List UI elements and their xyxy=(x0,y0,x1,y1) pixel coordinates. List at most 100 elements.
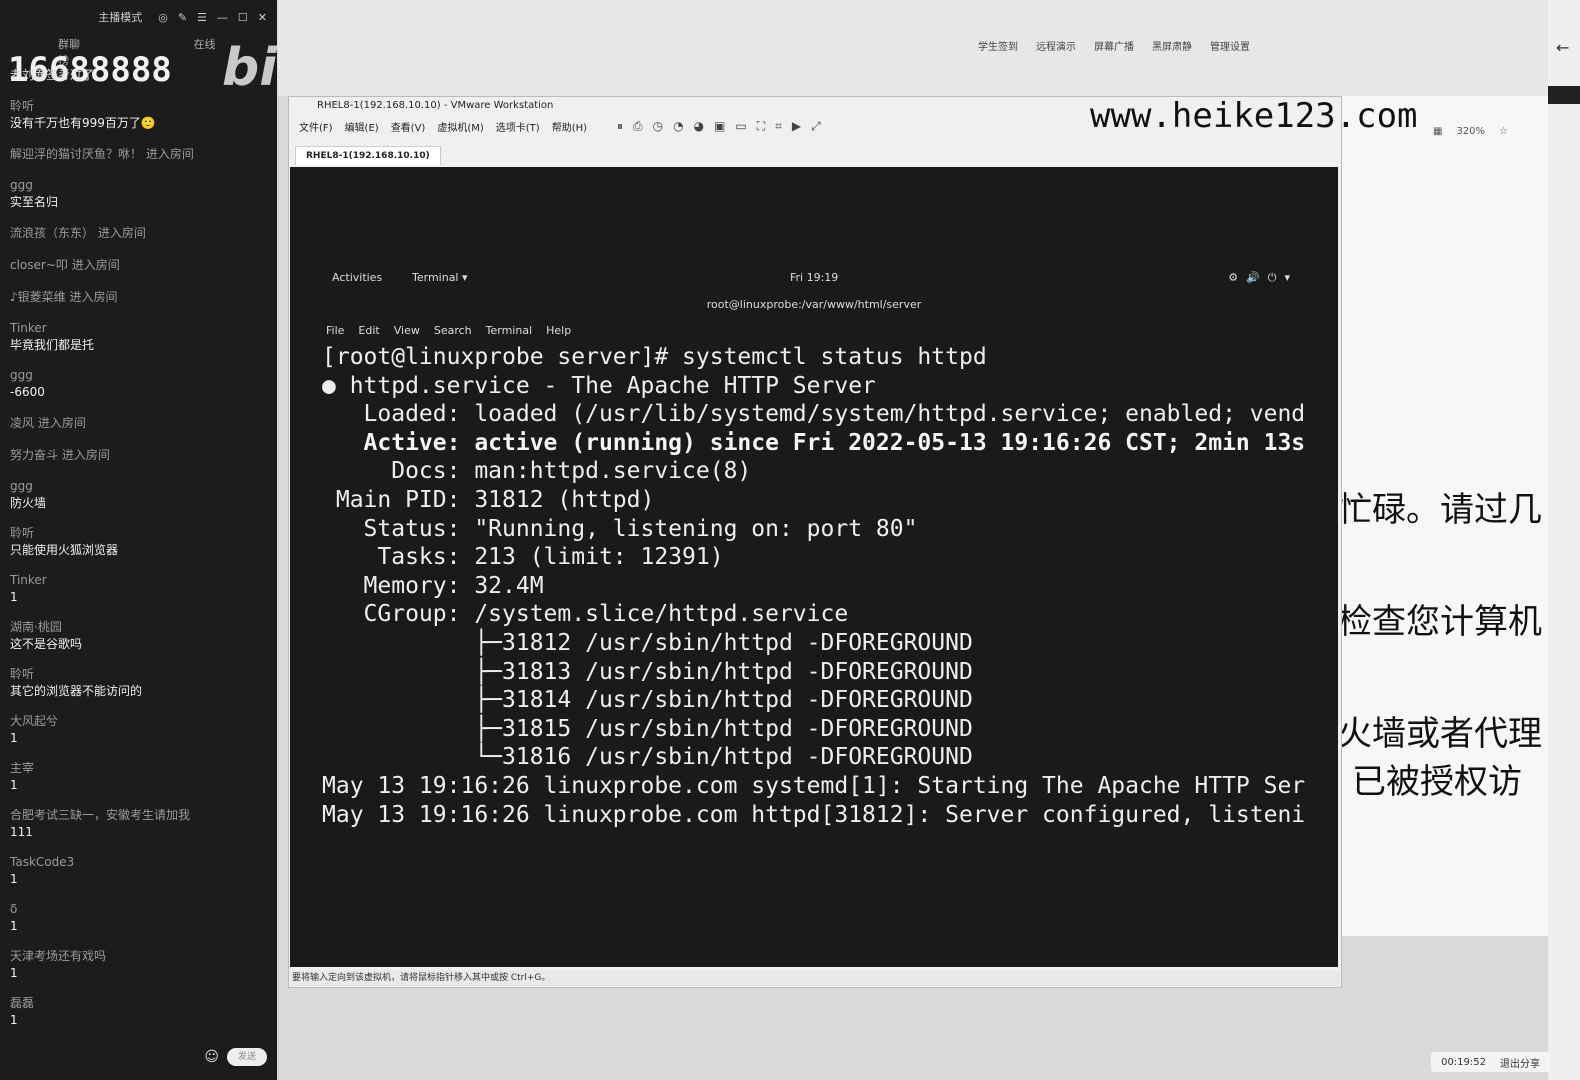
chat-text: 111 xyxy=(10,825,33,839)
chat-username[interactable]: TaskCode3 xyxy=(10,854,267,871)
edit-icon[interactable]: ✎ xyxy=(178,11,187,24)
settings-icon[interactable]: ◎ xyxy=(158,11,168,24)
terminal-menu-item[interactable]: Terminal xyxy=(486,324,533,337)
activities-button[interactable]: Activities xyxy=(332,271,382,284)
chat-username[interactable]: 聆听 xyxy=(10,666,267,683)
emoji-icon[interactable]: ☺ xyxy=(204,1049,219,1065)
classroom-tool-button[interactable]: 管理设置 xyxy=(1210,38,1250,53)
vm-screen[interactable]: Activities Terminal ▾ Fri 19:19 ⚙🔊⏻▾ roo… xyxy=(290,167,1338,967)
terminal-line: Tasks: 213 (limit: 12391) xyxy=(322,544,724,571)
vmware-menu-item[interactable]: 选项卡(T) xyxy=(496,119,540,134)
chat-text: 其它的浏览器不能访问的 xyxy=(10,684,143,698)
chat-message: 合肥考试三缺一，安徽考生请加我 111 xyxy=(10,807,267,841)
site-watermark: www.heike123.com xyxy=(1090,96,1418,136)
right-edge: ← xyxy=(1548,0,1580,1080)
chat-message: 聆听 只能使用火狐浏览器 xyxy=(10,525,267,559)
terminal-line: ├─31812 /usr/sbin/httpd -DFOREGROUND xyxy=(322,629,973,656)
system-tray-icons[interactable]: ⚙🔊⏻▾ xyxy=(1228,271,1298,285)
chat-username[interactable]: Tinker xyxy=(10,320,267,337)
terminal-line: Status: "Running, listening on: port 80" xyxy=(322,515,918,542)
back-arrow-icon[interactable]: ← xyxy=(1556,38,1569,57)
vmware-menu-item[interactable]: 虚拟机(M) xyxy=(437,119,483,134)
chat-username[interactable]: 大风起兮 xyxy=(10,713,267,730)
browser-error-line-3: 火墙或者代理 xyxy=(1338,714,1542,754)
terminal-line: May 13 19:16:26 linuxprobe.com httpd[318… xyxy=(322,801,1306,828)
chat-topbar: 主播模式 ◎ ✎ ☰ — ☐ ✕ xyxy=(0,0,277,34)
vmware-toolbar-icons[interactable]: ⏸⎙◷◔◕▣▭⛶⌗▶⤢ xyxy=(617,119,831,134)
classroom-tool-button[interactable]: 黑屏肃静 xyxy=(1152,38,1192,53)
chat-username[interactable]: ggg xyxy=(10,367,267,384)
exit-share-button[interactable]: 退出分享 xyxy=(1500,1055,1540,1070)
terminal-line: [root@linuxprobe server]# systemctl stat… xyxy=(322,344,987,370)
share-timer: 00:19:52 xyxy=(1441,1056,1486,1068)
terminal-line: ├─31813 /usr/sbin/httpd -DFOREGROUND xyxy=(322,658,973,685)
send-button[interactable]: 发送 xyxy=(227,1048,267,1066)
system-message: closer~叩 进入房间 xyxy=(10,258,120,272)
terminal-menu-item[interactable]: Edit xyxy=(358,324,379,337)
chat-text: 1 xyxy=(10,919,18,933)
chat-username[interactable]: Tinker xyxy=(10,572,267,589)
chat-text: 1 xyxy=(10,1013,18,1027)
browser-error-line-2: 检查您计算机 xyxy=(1338,602,1542,642)
terminal-menu-item[interactable]: Help xyxy=(546,324,571,337)
gnome-top-bar: Activities Terminal ▾ Fri 19:19 ⚙🔊⏻▾ xyxy=(290,271,1338,293)
chat-username[interactable]: 合肥考试三缺一，安徽考生请加我 xyxy=(10,807,267,824)
system-message: 努力奋斗 进入房间 xyxy=(10,448,110,462)
vm-tab[interactable]: RHEL8-1(192.168.10.10) xyxy=(295,146,441,165)
chat-username[interactable]: 磊磊 xyxy=(10,995,267,1012)
system-message: 凌风 进入房间 xyxy=(10,416,86,430)
chat-username[interactable]: 主宰 xyxy=(10,760,267,777)
terminal-menu-item[interactable]: Search xyxy=(434,324,472,337)
close-icon[interactable]: ✕ xyxy=(258,11,267,24)
vmware-menu-item[interactable]: 查看(V) xyxy=(391,119,426,134)
chat-input-bar: ☺ 发送 xyxy=(204,1048,267,1066)
vmware-status-hint: 要将输入定向到该虚拟机，请将鼠标指针移入其中或按 Ctrl+G。 xyxy=(290,970,1340,986)
chat-message: ggg 实至名归 xyxy=(10,177,267,211)
terminal-line: Loaded: loaded (/usr/lib/systemd/system/… xyxy=(322,401,1306,428)
chat-text: 毕竟我们都是托 xyxy=(10,338,95,352)
terminal-menu-item[interactable]: File xyxy=(326,324,344,337)
terminal-output[interactable]: [root@linuxprobe server]# systemctl stat… xyxy=(322,343,1307,863)
chat-text: 没有千万也有999百万了🙂 xyxy=(10,116,156,130)
terminal-line: Main PID: 31812 (httpd) xyxy=(322,486,655,513)
vmware-menu-item[interactable]: 帮助(H) xyxy=(552,119,587,134)
anchor-mode-label: 主播模式 xyxy=(98,11,143,24)
classroom-tool-button[interactable]: 学生签到 xyxy=(978,38,1018,53)
chat-username[interactable]: 聆听 xyxy=(10,525,267,542)
chat-message: Tinker 毕竟我们都是托 xyxy=(10,320,267,354)
browser-error-line-4: 已被授权访 xyxy=(1352,762,1522,802)
chat-username[interactable]: 湖南·桃园 xyxy=(10,619,267,636)
classroom-tool-button[interactable]: 屏幕广播 xyxy=(1094,38,1134,53)
chat-username[interactable]: 聆听 xyxy=(10,98,267,115)
system-message: 解迎浮的猫讨厌鱼？咻！ 进入房间 xyxy=(10,147,194,161)
bookmark-star-icon[interactable]: ☆ xyxy=(1499,126,1508,137)
terminal-line: ├─31815 /usr/sbin/httpd -DFOREGROUND xyxy=(322,715,973,742)
clock[interactable]: Fri 19:19 xyxy=(790,271,838,284)
chat-message: 聆听 其它的浏览器不能访问的 xyxy=(10,666,267,700)
vmware-menu-item[interactable]: 编辑(E) xyxy=(345,119,379,134)
chat-message: TaskCode3 1 xyxy=(10,854,267,888)
minimize-icon[interactable]: — xyxy=(217,11,228,24)
chat-text: 防火墙 xyxy=(10,496,47,510)
chat-username[interactable]: 天津考场还有戏吗 xyxy=(10,948,267,965)
chat-username[interactable]: ggg xyxy=(10,478,267,495)
maximize-icon[interactable]: ☐ xyxy=(238,11,248,24)
classroom-tool-button[interactable]: 远程演示 xyxy=(1036,38,1076,53)
chat-text: -6600 xyxy=(10,385,45,399)
chat-header-user: 老刘面签考过了 xyxy=(10,68,95,82)
terminal-menu-item[interactable]: View xyxy=(394,324,420,337)
chat-text: 1 xyxy=(10,778,18,792)
chat-message: Tinker 1 xyxy=(10,572,267,606)
menu-icon[interactable]: ☰ xyxy=(197,11,207,24)
terminal-app-menu[interactable]: Terminal ▾ xyxy=(412,271,468,284)
vmware-menu-item[interactable]: 文件(F) xyxy=(299,119,333,134)
qr-icon[interactable]: ▦ xyxy=(1433,126,1442,137)
chat-message: 磊磊 1 xyxy=(10,995,267,1029)
classroom-tools: 学生签到 远程演示 屏幕广播 黑屏肃静 管理设置 xyxy=(978,38,1250,53)
chat-text: 1 xyxy=(10,731,18,745)
chat-username[interactable]: δ xyxy=(10,901,267,918)
terminal-title: root@linuxprobe:/var/www/html/server xyxy=(706,298,922,311)
chat-username[interactable]: ggg xyxy=(10,177,267,194)
live-chat-panel: 主播模式 ◎ ✎ ☰ — ☐ ✕ 群聊 在线榜 16688888 bilibil… xyxy=(0,0,403,1080)
zoom-level[interactable]: 320% xyxy=(1456,126,1485,137)
